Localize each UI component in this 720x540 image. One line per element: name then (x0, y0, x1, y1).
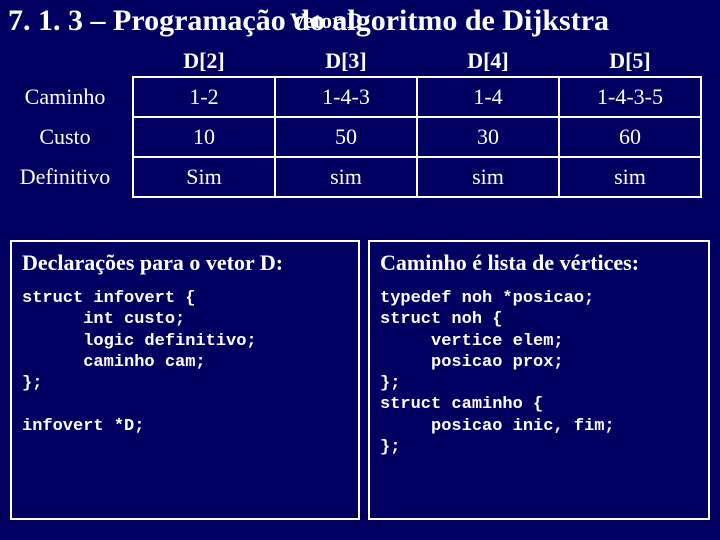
table-corner (6, 42, 133, 77)
table-cell: 1-4-3 (275, 77, 417, 117)
table-cell: sim (275, 157, 417, 197)
row-label: Definitivo (6, 157, 133, 197)
col-header: D[3] (275, 42, 417, 77)
declarations-box: Declarações para o vetor D: struct infov… (10, 240, 360, 520)
table-cell: 60 (559, 117, 701, 157)
slide: 7. 1. 3 – Programação do algoritmo de Di… (0, 0, 720, 540)
table-row: Custo 10 50 30 60 (6, 117, 701, 157)
declarations-header: Declarações para o vetor D: (22, 250, 348, 276)
col-header: D[2] (133, 42, 275, 77)
col-header: D[4] (417, 42, 559, 77)
code-boxes: Declarações para o vetor D: struct infov… (10, 240, 710, 520)
row-label: Custo (6, 117, 133, 157)
col-header: D[5] (559, 42, 701, 77)
table-header-row: D[2] D[3] D[4] D[5] (6, 42, 701, 77)
table-row: Caminho 1-2 1-4-3 1-4 1-4-3-5 (6, 77, 701, 117)
declarations-code: struct infovert { int custo; logic defin… (22, 288, 348, 437)
vector-label: Vetor D (290, 8, 363, 34)
vector-d-table: D[2] D[3] D[4] D[5] Caminho 1-2 1-4-3 1-… (6, 42, 702, 198)
table-cell: sim (417, 157, 559, 197)
table-cell: Sim (133, 157, 275, 197)
path-list-box: Caminho é lista de vértices: typedef noh… (368, 240, 710, 520)
table-cell: 1-4 (417, 77, 559, 117)
table-cell: 10 (133, 117, 275, 157)
table-cell: 1-4-3-5 (559, 77, 701, 117)
path-list-code: typedef noh *posicao; struct noh { verti… (380, 288, 698, 458)
table-cell: 1-2 (133, 77, 275, 117)
table-cell: 50 (275, 117, 417, 157)
table-cell: sim (559, 157, 701, 197)
table-cell: 30 (417, 117, 559, 157)
path-list-header: Caminho é lista de vértices: (380, 250, 698, 276)
table-row: Definitivo Sim sim sim sim (6, 157, 701, 197)
row-label: Caminho (6, 77, 133, 117)
